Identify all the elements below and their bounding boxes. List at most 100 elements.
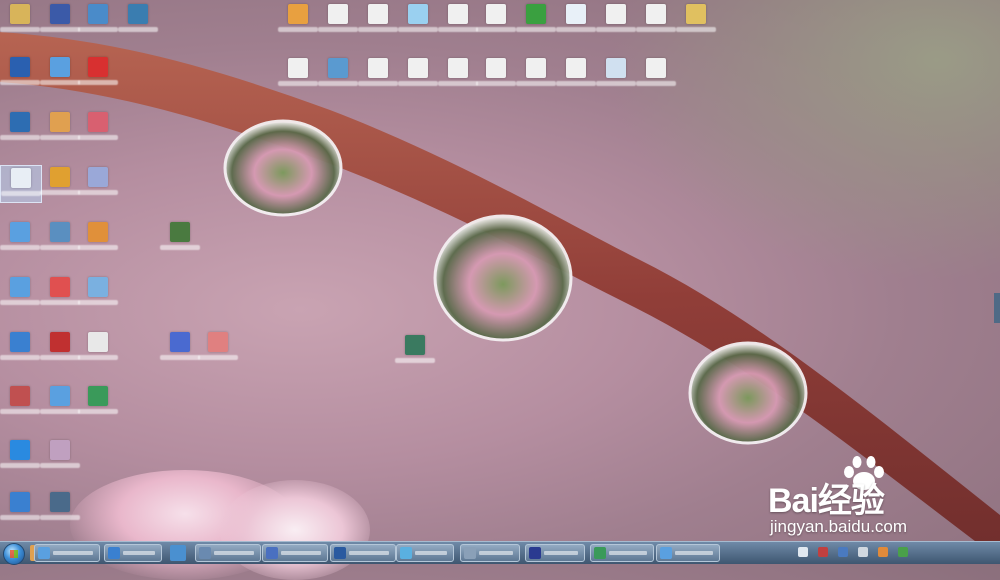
desktop-icon[interactable] xyxy=(278,2,318,38)
desktop-icon[interactable] xyxy=(636,56,676,92)
desktop-icon[interactable] xyxy=(0,330,40,366)
taskbar-button[interactable] xyxy=(656,544,720,562)
desktop-icon[interactable] xyxy=(78,384,118,420)
tray-icon[interactable] xyxy=(838,547,848,557)
desktop-icon[interactable] xyxy=(516,2,556,38)
system-tray xyxy=(790,542,1000,564)
desktop-icon[interactable] xyxy=(40,220,80,256)
desktop-icon-label xyxy=(40,300,80,305)
tray-icon[interactable] xyxy=(878,547,888,557)
taskbar-button[interactable] xyxy=(525,544,585,562)
taskbar-button[interactable] xyxy=(396,544,454,562)
desktop-icon[interactable] xyxy=(556,2,596,38)
tray-icon[interactable] xyxy=(818,547,828,557)
desktop-icon-label xyxy=(40,463,80,468)
desktop-icon[interactable] xyxy=(78,165,118,201)
desktop-icon[interactable] xyxy=(0,2,40,38)
desktop-icon[interactable] xyxy=(596,2,636,38)
desktop-icon[interactable] xyxy=(398,56,438,92)
taskbar-button[interactable] xyxy=(34,544,100,562)
desktop-icon[interactable] xyxy=(395,333,435,369)
desktop-icon[interactable] xyxy=(556,56,596,92)
taskbar-button-label xyxy=(609,551,647,555)
desktop-icon[interactable] xyxy=(278,56,318,92)
desktop-icon[interactable] xyxy=(318,56,358,92)
desktop-icon-label xyxy=(476,81,516,86)
app-icon xyxy=(170,222,190,242)
desktop-icon[interactable] xyxy=(636,2,676,38)
app-icon xyxy=(10,57,30,77)
desktop-icon-label xyxy=(556,27,596,32)
app-icon xyxy=(486,58,506,78)
desktop-icon[interactable] xyxy=(78,220,118,256)
desktop-icon[interactable] xyxy=(40,275,80,311)
desktop-icon[interactable] xyxy=(40,438,80,474)
app-icon xyxy=(10,112,30,132)
desktop-icon[interactable] xyxy=(476,2,516,38)
desktop-icon[interactable] xyxy=(476,56,516,92)
taskbar-button-label xyxy=(415,551,447,555)
desktop-icon-label xyxy=(636,81,676,86)
desktop-icon[interactable] xyxy=(78,110,118,146)
desktop-icon[interactable] xyxy=(516,56,556,92)
tray-icon[interactable] xyxy=(898,547,908,557)
desktop-icon[interactable] xyxy=(398,2,438,38)
taskbar-button[interactable] xyxy=(460,544,520,562)
desktop-icon[interactable] xyxy=(0,384,40,420)
blossom-2 xyxy=(220,480,370,580)
desktop-icon[interactable] xyxy=(0,55,40,91)
desktop-icon[interactable] xyxy=(0,438,40,474)
desktop-icon[interactable] xyxy=(438,56,478,92)
tray-icon[interactable] xyxy=(858,547,868,557)
desktop-icon-label xyxy=(676,27,716,32)
taskbar-button[interactable] xyxy=(195,544,261,562)
desktop-icon[interactable] xyxy=(118,2,158,38)
desktop-icon[interactable] xyxy=(358,2,398,38)
desktop-icon[interactable] xyxy=(198,330,238,366)
desktop-icon[interactable] xyxy=(78,2,118,38)
desktop-icon-label xyxy=(398,27,438,32)
desktop-icon[interactable] xyxy=(0,220,40,256)
app-icon xyxy=(50,277,70,297)
desktop-icon-label xyxy=(516,27,556,32)
desktop-icon[interactable] xyxy=(438,2,478,38)
desktop-icon[interactable] xyxy=(0,490,40,526)
desktop-icon[interactable] xyxy=(40,384,80,420)
app-icon xyxy=(50,4,70,24)
desktop-icon[interactable] xyxy=(160,220,200,256)
taskbar-app-icon xyxy=(464,547,476,559)
desktop-icon[interactable] xyxy=(0,165,42,203)
desktop-icon[interactable] xyxy=(78,330,118,366)
desktop-icon[interactable] xyxy=(358,56,398,92)
desktop-icon-label xyxy=(516,81,556,86)
taskbar-button[interactable] xyxy=(262,544,328,562)
desktop-icon[interactable] xyxy=(78,275,118,311)
desktop-icon[interactable] xyxy=(40,55,80,91)
desktop-icon[interactable] xyxy=(40,2,80,38)
desktop-icon[interactable] xyxy=(0,110,40,146)
app-icon xyxy=(50,386,70,406)
desktop-icon[interactable] xyxy=(40,165,80,201)
desktop-icon-label xyxy=(0,463,40,468)
taskbar-button-label xyxy=(53,551,93,555)
desktop-icon[interactable] xyxy=(40,110,80,146)
desktop-icon[interactable] xyxy=(0,275,40,311)
desktop-icon[interactable] xyxy=(160,330,200,366)
desktop-icon[interactable] xyxy=(40,490,80,526)
quick-launch-icon[interactable] xyxy=(170,545,186,561)
taskbar-button[interactable] xyxy=(330,544,396,562)
desktop-icon[interactable] xyxy=(40,330,80,366)
desktop-icon[interactable] xyxy=(596,56,636,92)
app-icon xyxy=(288,4,308,24)
start-button[interactable] xyxy=(3,543,25,565)
app-icon xyxy=(50,167,70,187)
desktop-icon[interactable] xyxy=(318,2,358,38)
app-icon xyxy=(88,332,108,352)
taskbar-button[interactable] xyxy=(104,544,162,562)
taskbar-button[interactable] xyxy=(590,544,654,562)
app-icon xyxy=(448,58,468,78)
desktop-icon[interactable] xyxy=(78,55,118,91)
tray-icon[interactable] xyxy=(798,547,808,557)
taskbar-button-label xyxy=(214,551,254,555)
desktop-icon[interactable] xyxy=(676,2,716,38)
